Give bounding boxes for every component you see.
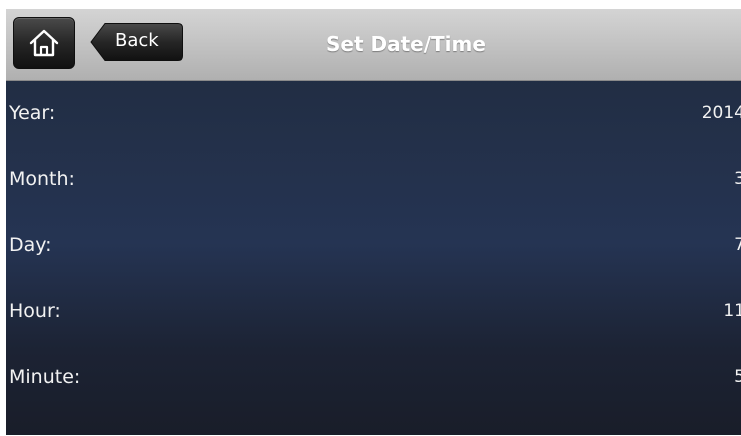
day-label: Day: [9,234,52,256]
back-button[interactable]: Back [90,22,184,64]
month-label: Month: [9,168,75,190]
hour-value: 11 [723,301,741,321]
settings-list: Year: 2014 Month: 3 Day: 7 Hour: 11 Minu… [6,80,741,410]
hour-row[interactable]: Hour: 11 [6,278,741,344]
day-row[interactable]: Day: 7 [6,212,741,278]
back-button-label: Back [115,30,159,51]
date-time-screen: Back Set Date/Time Year: 2014 Month: 3 D… [6,9,741,435]
year-value: 2014 [701,103,741,123]
month-value: 3 [734,169,741,189]
year-label: Year: [9,102,56,124]
home-icon [29,29,59,57]
day-value: 7 [734,235,741,255]
month-row[interactable]: Month: 3 [6,146,741,212]
home-button[interactable] [13,17,75,69]
minute-row[interactable]: Minute: 5 [6,344,741,410]
minute-label: Minute: [9,366,81,388]
minute-value: 5 [734,367,741,387]
header-bar: Back Set Date/Time [6,9,741,81]
hour-label: Hour: [9,300,61,322]
page-title: Set Date/Time [326,32,486,56]
year-row[interactable]: Year: 2014 [6,80,741,146]
